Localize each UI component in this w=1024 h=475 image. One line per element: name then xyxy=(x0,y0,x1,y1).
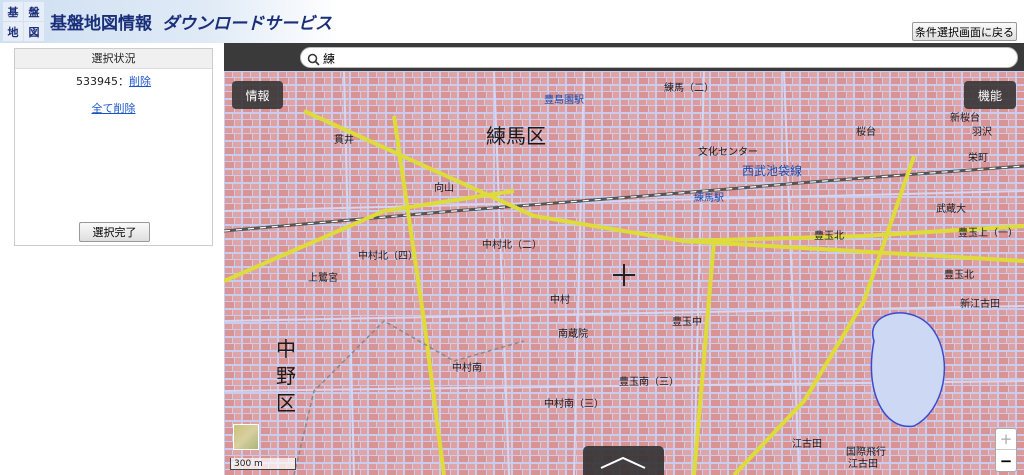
place-label: 中村南（三） xyxy=(544,397,604,410)
place-label: 豊玉北 xyxy=(944,268,974,281)
place-label: 豊玉南（三） xyxy=(619,375,679,388)
place-label: 中村 xyxy=(550,293,570,306)
place-label: 豊玉中 xyxy=(672,315,702,328)
place-label: 桜台 xyxy=(856,125,876,138)
place-label: 文化センター xyxy=(698,145,758,158)
logo-cell: 図 xyxy=(24,22,44,41)
zoom-in-button[interactable]: + xyxy=(996,429,1016,450)
place-label: 中村北（四） xyxy=(358,249,418,262)
place-label: 江古田 xyxy=(848,457,878,470)
place-label: 南蔵院 xyxy=(558,327,588,340)
site-logo: 基 盤 地 図 xyxy=(3,2,44,41)
place-label: 練馬駅 xyxy=(694,191,724,204)
logo-char: 盤 xyxy=(28,5,40,19)
place-label: 羽沢 xyxy=(972,125,992,138)
header: 基 盤 地 図 基盤地図情報 ダウンロードサービス 条件選択画面に戻る xyxy=(0,0,1024,43)
ward-label: 練馬区 xyxy=(486,124,546,148)
place-label: 豊玉北 xyxy=(814,229,844,242)
center-crosshair-v xyxy=(623,264,625,286)
delete-all-link[interactable]: 全て削除 xyxy=(15,100,212,116)
place-label: 新桜台 xyxy=(950,111,980,124)
scale-bar: 300 m xyxy=(230,458,296,470)
ward-label: 区 xyxy=(276,391,296,415)
ward-label: 野 xyxy=(276,364,296,388)
selection-item: 533945：削除 xyxy=(15,73,212,89)
place-label: 江古田 xyxy=(792,437,822,450)
selection-id: 533945： xyxy=(76,75,129,88)
bottom-panel-toggle[interactable] xyxy=(583,446,664,475)
ward-label: 中 xyxy=(276,337,296,361)
info-button[interactable]: 情報 xyxy=(232,81,283,109)
site-subtitle: ダウンロードサービス xyxy=(162,14,332,34)
zoom-out-button[interactable]: − xyxy=(996,450,1016,471)
logo-cell: 盤 xyxy=(24,2,44,21)
selection-done-button[interactable]: 選択完了 xyxy=(79,222,150,242)
logo-cell: 地 xyxy=(3,22,23,41)
logo-char: 地 xyxy=(7,25,19,39)
place-label: 豊島園駅 xyxy=(544,93,584,106)
place-label: 西武池袋線 xyxy=(742,163,802,178)
base-layer-thumbnail[interactable] xyxy=(233,424,259,450)
place-label: 中村北（二） xyxy=(482,238,542,251)
place-label: 国際飛行 xyxy=(846,445,886,458)
place-label: 向山 xyxy=(434,181,454,194)
place-label: 豊玉上（一） xyxy=(958,226,1018,239)
zoom-control: + − xyxy=(995,428,1017,472)
map-view[interactable]: 練馬区 中 野 区 中村北（二） 中村北（四） 中村 豊玉中 豊玉北 豊玉南（三… xyxy=(224,43,1024,475)
search-input[interactable] xyxy=(323,49,1003,67)
search-bar[interactable] xyxy=(300,47,1018,68)
selection-panel: 選択状況 533945：削除 全て削除 選択完了 xyxy=(14,48,213,246)
place-label: 上鷺宮 xyxy=(308,271,338,284)
place-label: 栄町 xyxy=(968,152,988,164)
site-title: 基盤地図情報 xyxy=(50,14,152,34)
functions-button[interactable]: 機能 xyxy=(964,81,1016,109)
logo-cell: 基 xyxy=(3,2,23,21)
logo-char: 基 xyxy=(7,5,19,19)
delete-link[interactable]: 削除 xyxy=(129,75,151,88)
place-label: 貫井 xyxy=(334,133,354,146)
panel-title: 選択状況 xyxy=(15,49,212,69)
place-label: 武蔵大 xyxy=(936,202,966,215)
place-label: 新江古田 xyxy=(960,297,1000,310)
chevron-up-icon xyxy=(600,456,646,469)
logo-char: 図 xyxy=(28,25,40,39)
place-label: 練馬（二） xyxy=(664,81,714,94)
search-icon xyxy=(307,51,320,70)
place-label: 中村南 xyxy=(452,361,482,374)
back-to-conditions-button[interactable]: 条件選択画面に戻る xyxy=(912,22,1017,41)
